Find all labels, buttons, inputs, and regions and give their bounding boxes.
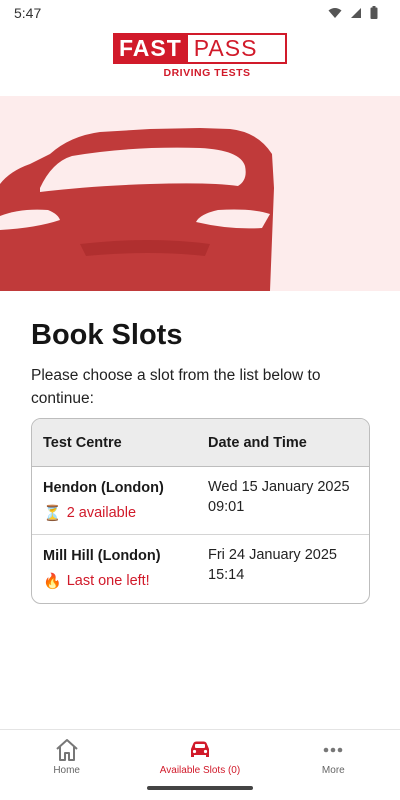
bottom-nav: Home Available Slots (0) More bbox=[0, 729, 400, 786]
fire-icon: 🔥 bbox=[43, 573, 62, 590]
status-bar: 5:47 bbox=[0, 0, 400, 26]
more-dots-icon bbox=[324, 747, 343, 753]
availability-text: Last one left! bbox=[66, 573, 150, 589]
gesture-handle[interactable] bbox=[147, 786, 253, 790]
logo-fast-text: FAST bbox=[113, 33, 188, 64]
fastpass-logo: FAST PASS DRIVING TESTS bbox=[113, 33, 287, 79]
status-icons bbox=[328, 6, 378, 19]
nav-item-more[interactable]: More bbox=[267, 730, 400, 786]
test-centre-name: Hendon (London) bbox=[43, 480, 164, 496]
main-content: Book Slots Please choose a slot from the… bbox=[0, 291, 400, 604]
home-icon bbox=[55, 739, 78, 761]
slots-table: Test Centre Date and Time Hendon (London… bbox=[31, 418, 370, 604]
car-illustration bbox=[0, 128, 274, 291]
car-icon bbox=[190, 741, 209, 757]
slot-row[interactable]: Mill Hill (London) 🔥 Last one left! Fri … bbox=[32, 535, 369, 603]
column-header-date-time: Date and Time bbox=[208, 434, 307, 451]
logo-tagline: DRIVING TESTS bbox=[163, 67, 251, 79]
battery-icon bbox=[370, 6, 378, 19]
logo-pass-text: PASS bbox=[187, 33, 287, 64]
test-centre-name: Mill Hill (London) bbox=[43, 548, 161, 564]
nav-item-available-slots[interactable]: Available Slots (0) bbox=[133, 730, 266, 786]
availability-status: ⏳ 2 available bbox=[43, 504, 198, 522]
nav-item-home[interactable]: Home bbox=[0, 730, 133, 786]
column-header-test-centre: Test Centre bbox=[43, 434, 122, 451]
hero-banner bbox=[0, 96, 400, 291]
slot-row[interactable]: Hendon (London) ⏳ 2 available Wed 15 Jan… bbox=[32, 467, 369, 535]
availability-text: 2 available bbox=[66, 505, 137, 521]
signal-icon bbox=[351, 7, 361, 18]
hourglass-icon: ⏳ bbox=[43, 505, 62, 522]
nav-label-available-slots: Available Slots (0) bbox=[159, 765, 241, 776]
page-description: Please choose a slot from the list below… bbox=[31, 367, 321, 407]
wifi-icon bbox=[328, 7, 342, 18]
status-time: 5:47 bbox=[14, 5, 42, 21]
nav-label-more: More bbox=[321, 765, 345, 776]
table-header: Test Centre Date and Time bbox=[32, 419, 369, 467]
slot-time: 15:14 bbox=[208, 567, 245, 583]
slot-time: 09:01 bbox=[208, 499, 245, 515]
availability-status: 🔥 Last one left! bbox=[43, 572, 198, 590]
nav-label-home: Home bbox=[53, 765, 80, 776]
app-header: FAST PASS DRIVING TESTS bbox=[0, 26, 400, 96]
page-title: Book Slots bbox=[31, 319, 183, 351]
